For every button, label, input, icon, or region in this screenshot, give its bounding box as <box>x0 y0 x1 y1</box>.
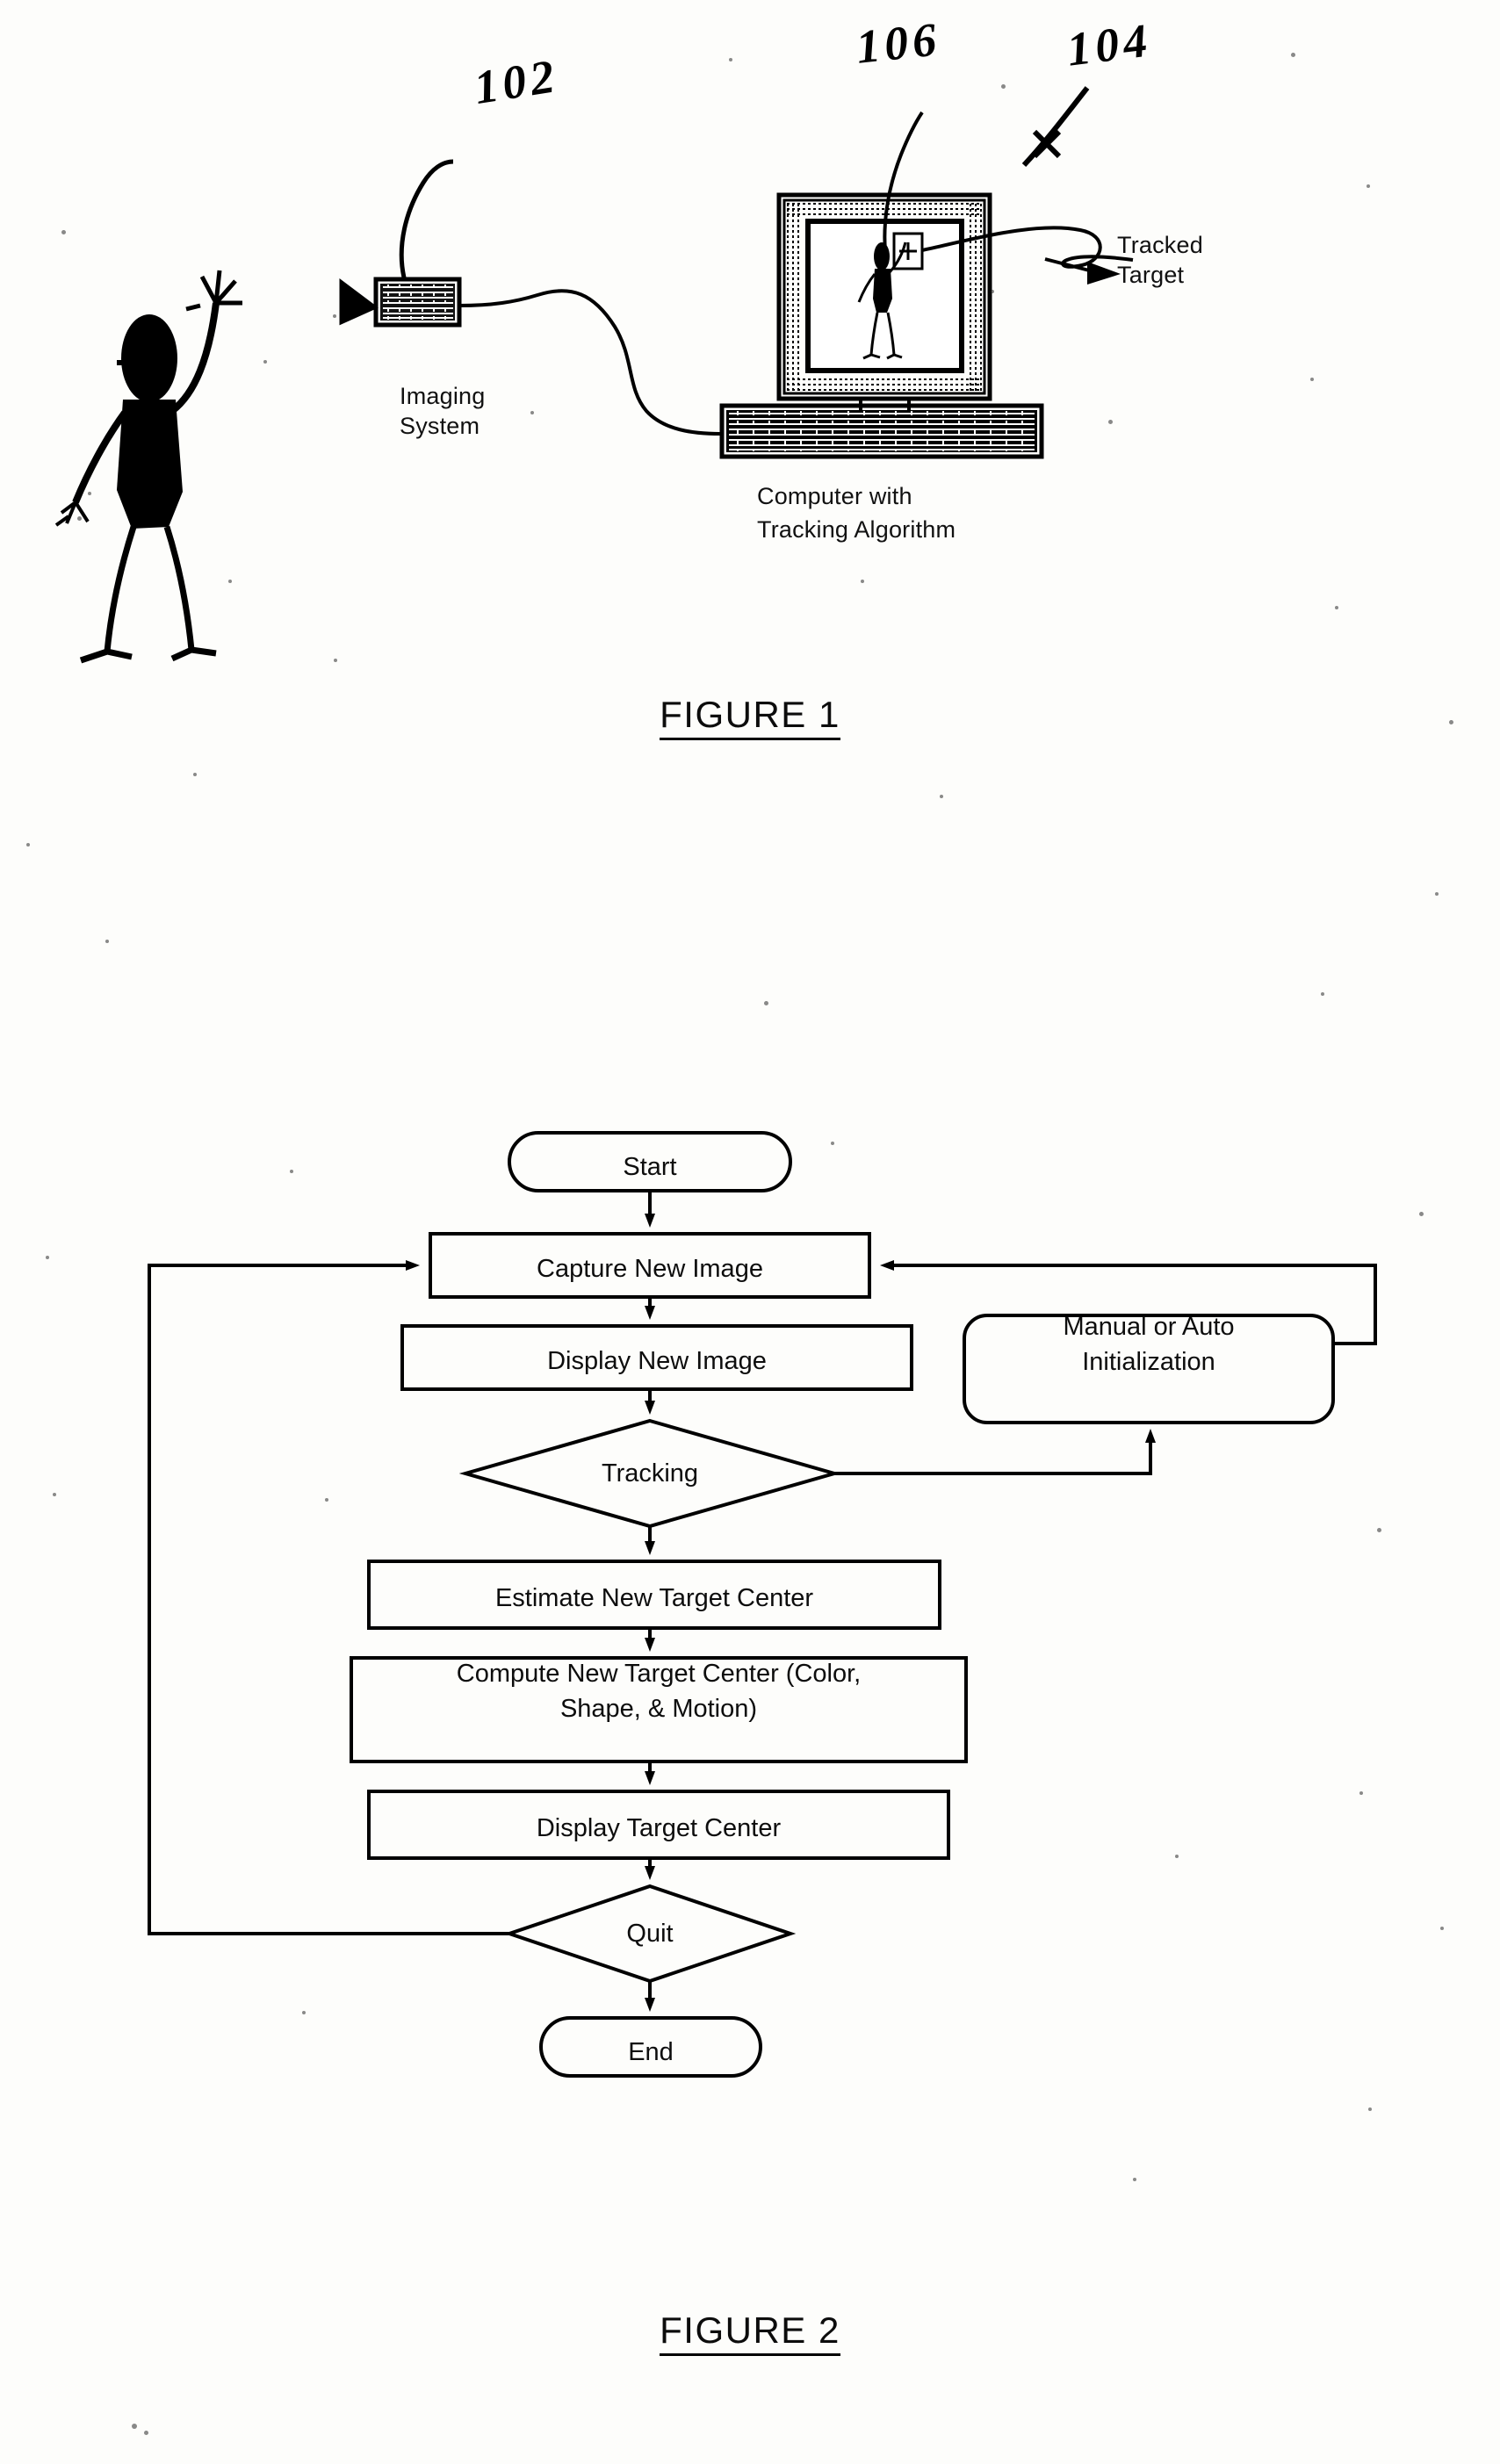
scan-speck <box>1310 378 1314 381</box>
scan-speck <box>1001 84 1006 89</box>
scan-speck <box>132 2424 137 2429</box>
scan-speck <box>334 659 337 662</box>
scan-speck <box>46 1256 49 1259</box>
edge-tracking-to-initialization <box>834 1429 1156 1475</box>
figure-2-caption: FIGURE 2 <box>0 2309 1500 2356</box>
scan-speck <box>1367 184 1370 188</box>
scan-speck <box>729 58 732 61</box>
scan-speck <box>333 314 336 318</box>
scan-speck <box>530 411 534 414</box>
scan-speck <box>1175 1855 1179 1858</box>
scan-speck <box>325 1498 328 1502</box>
scan-speck <box>940 795 943 798</box>
edge-quit-loop-to-capture <box>148 1260 509 1935</box>
scan-speck <box>1321 992 1324 996</box>
scan-speck <box>263 360 267 364</box>
patent-drawing-page: 102 106 104 Imaging System Tracked Targe… <box>0 0 1500 2464</box>
edge-initialization-to-capture <box>880 1260 1377 1345</box>
scan-speck <box>831 1142 834 1145</box>
scan-speck <box>1108 420 1113 424</box>
node-estimate-new-target-center <box>367 1560 941 1630</box>
scan-speck <box>77 516 82 521</box>
scan-speck <box>1435 892 1439 896</box>
scan-speck <box>1335 606 1338 609</box>
node-display-new-image <box>400 1324 913 1391</box>
scan-speck <box>88 492 91 495</box>
scan-speck <box>1359 1791 1363 1795</box>
figure-2: Start Capture New Image Display New Imag… <box>0 0 1500 2356</box>
scan-speck <box>302 2011 306 2014</box>
scan-speck <box>53 1493 56 1496</box>
scan-speck <box>1449 720 1453 724</box>
scan-speck <box>290 1170 293 1173</box>
scan-speck <box>1133 2178 1136 2181</box>
node-start <box>508 1131 792 1192</box>
node-display-target-center <box>367 1790 950 1860</box>
scan-speck <box>1440 1927 1444 1930</box>
node-tracking <box>458 1418 841 1529</box>
scan-speck <box>26 843 30 847</box>
figure-2-artwork <box>148 1131 1377 2078</box>
scan-speck <box>1368 2107 1372 2111</box>
scan-speck <box>991 290 994 293</box>
scan-speck <box>144 2431 148 2435</box>
scan-speck <box>1377 1528 1381 1532</box>
scan-speck <box>193 773 197 776</box>
node-end <box>539 2016 762 2078</box>
node-manual-or-auto-initialization <box>963 1314 1335 1424</box>
scan-speck <box>764 1001 768 1005</box>
scan-speck <box>1419 1212 1424 1216</box>
scan-speck <box>228 580 232 583</box>
scan-speck <box>105 940 109 943</box>
node-compute-new-target-center <box>350 1656 968 1763</box>
scan-speck <box>61 230 66 234</box>
figure-2-caption-text: FIGURE 2 <box>660 2309 840 2356</box>
node-quit <box>503 1884 797 1984</box>
scan-speck <box>1291 53 1295 57</box>
node-capture-new-image <box>429 1232 871 1299</box>
scan-speck <box>861 580 864 583</box>
